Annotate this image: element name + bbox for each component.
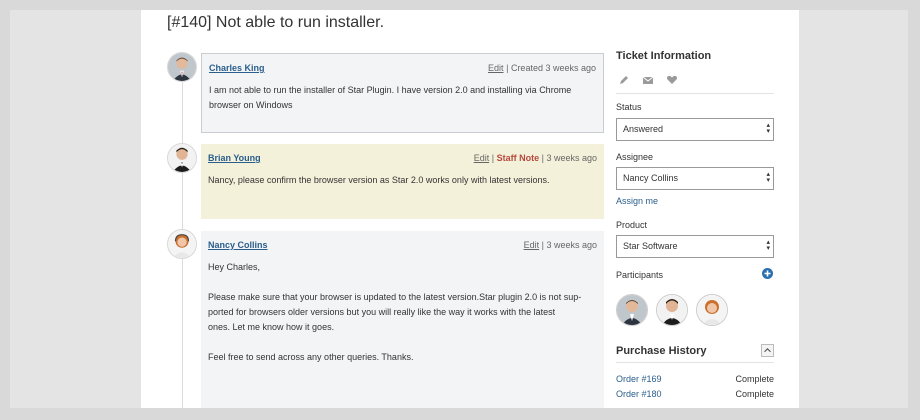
assignee-select[interactable]: Nancy Collins ▴ ▾: [616, 167, 774, 190]
message-1: Charles King Edit | Created 3 weeks ago …: [201, 53, 604, 133]
purchase-history-heading: Purchase History: [616, 345, 707, 357]
body-line: Feel free to send across any other queri…: [208, 352, 414, 362]
message-meta: Edit | 3 weeks ago: [524, 238, 597, 253]
avatar-brian-young: [167, 143, 197, 173]
assignee-value: Nancy Collins: [623, 173, 679, 183]
message-3: Nancy Collins Edit | 3 weeks ago Hey Cha…: [201, 231, 604, 408]
message-time: Created 3 weeks ago: [510, 63, 596, 73]
select-arrows-icon: ▴ ▾: [766, 122, 770, 135]
add-participant-icon[interactable]: [762, 268, 773, 279]
meta-separator: |: [506, 63, 509, 73]
ticket-actions: [618, 74, 678, 86]
order-link[interactable]: Order #180: [616, 389, 662, 399]
avatar-charles-king: [167, 52, 197, 82]
message-2-staff-note: Brian Young Edit | Staff Note | 3 weeks …: [201, 144, 604, 219]
select-arrows-icon: ▴ ▾: [766, 171, 770, 184]
select-arrows-icon: ▴ ▾: [766, 239, 770, 252]
heart-icon[interactable]: [666, 74, 678, 86]
status-select[interactable]: Answered ▴ ▾: [616, 118, 774, 141]
assign-me-link[interactable]: Assign me: [616, 196, 658, 206]
order-link[interactable]: Order #169: [616, 374, 662, 384]
body-line: Please make sure that your browser is up…: [208, 292, 582, 302]
order-row: Order #180 Complete: [616, 389, 774, 399]
meta-separator: |: [491, 153, 495, 163]
message-author[interactable]: Charles King: [209, 61, 265, 76]
message-body: Hey Charles, Please make sure that your …: [208, 260, 597, 365]
message-time: 3 weeks ago: [546, 153, 597, 163]
message-author[interactable]: Nancy Collins: [208, 238, 268, 253]
message-body: I am not able to run the installer of St…: [209, 83, 596, 113]
order-row: Order #169 Complete: [616, 374, 774, 384]
product-select[interactable]: Star Software ▴ ▾: [616, 235, 774, 258]
ticket-page: [#140] Not able to run installer. Charle…: [141, 10, 799, 408]
order-status: Complete: [735, 389, 774, 399]
collapse-chevron-icon[interactable]: [761, 344, 774, 357]
pencil-icon[interactable]: [618, 74, 630, 86]
avatar-nancy-collins: [167, 229, 197, 259]
message-meta: Edit | Created 3 weeks ago: [488, 61, 596, 76]
body-line: ported for browsers older versions but y…: [208, 307, 556, 317]
message-body: Nancy, please confirm the browser versio…: [208, 173, 597, 188]
product-label: Product: [616, 220, 648, 230]
order-status: Complete: [735, 374, 774, 384]
participants-label: Participants: [616, 270, 664, 280]
edit-link[interactable]: Edit: [524, 240, 540, 250]
window-frame: [#140] Not able to run installer. Charle…: [10, 10, 908, 408]
message-author[interactable]: Brian Young: [208, 151, 261, 166]
body-line: ones. Let me know how it goes.: [208, 322, 335, 332]
body-line: Nancy, please confirm the browser versio…: [208, 175, 550, 185]
product-value: Star Software: [623, 241, 678, 251]
body-line: Hey Charles,: [208, 262, 261, 272]
edit-link[interactable]: Edit: [474, 153, 490, 163]
staff-note-badge: Staff Note: [496, 153, 540, 163]
envelope-icon[interactable]: [642, 74, 654, 86]
ticket-info-heading: Ticket Information: [616, 50, 712, 62]
meta-separator: |: [541, 240, 544, 250]
divider: [616, 362, 774, 363]
participant-avatar[interactable]: [616, 294, 648, 326]
participant-avatar[interactable]: [656, 294, 688, 326]
edit-link[interactable]: Edit: [488, 63, 504, 73]
ticket-title: [#140] Not able to run installer.: [167, 14, 385, 31]
status-value: Answered: [623, 124, 664, 134]
meta-separator: |: [541, 153, 544, 163]
body-line: browser on Windows: [209, 100, 293, 110]
status-label: Status: [616, 102, 642, 112]
divider: [616, 93, 774, 94]
assignee-label: Assignee: [616, 152, 654, 162]
message-meta: Edit | Staff Note | 3 weeks ago: [474, 151, 597, 166]
body-line: I am not able to run the installer of St…: [209, 85, 572, 95]
participant-avatar[interactable]: [696, 294, 728, 326]
message-time: 3 weeks ago: [546, 240, 597, 250]
